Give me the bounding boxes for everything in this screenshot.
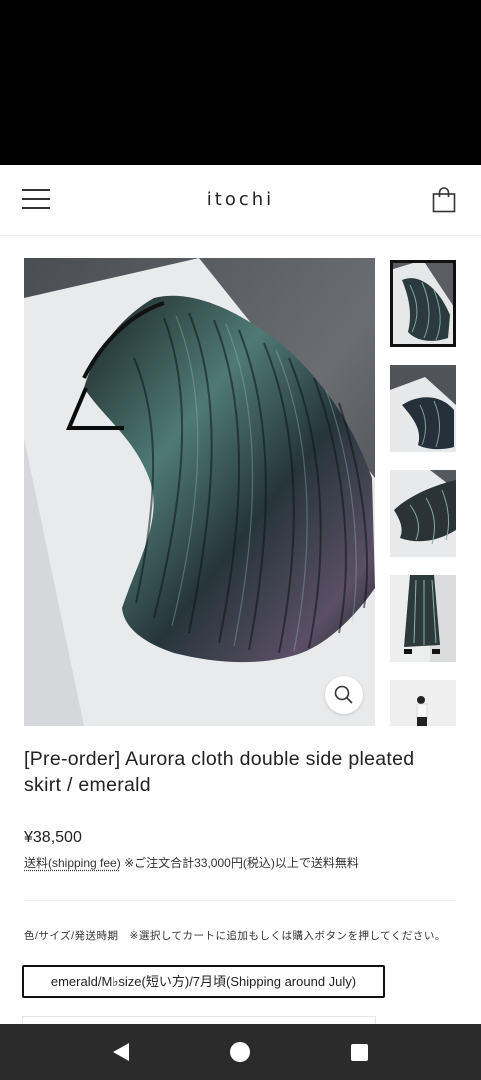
thumbnail-5[interactable]	[390, 680, 456, 726]
site-logo[interactable]: itochi	[0, 189, 481, 210]
variant-select[interactable]: emerald/M♭size(短い方)/7月頃(Shipping around …	[22, 965, 385, 998]
thumbnail-3[interactable]	[390, 470, 456, 557]
option-label: 色/サイズ/発送時期 ※選択してカートに追加もしくは購入ボタンを押してください。	[24, 930, 446, 942]
shipping-fee-link[interactable]: 送料(shipping fee)	[24, 856, 121, 870]
back-triangle-icon[interactable]	[110, 1042, 132, 1067]
site-header: itochi	[0, 165, 481, 236]
thumbnail-2[interactable]	[390, 365, 456, 452]
product-main-image[interactable]	[24, 258, 375, 726]
thumbnail-1[interactable]	[390, 260, 456, 347]
shipping-info: 送料(shipping fee) ※ご注文合計33,000円(税込)以上で送料無…	[24, 854, 359, 871]
home-circle-icon[interactable]	[229, 1041, 251, 1068]
thumbnail-4[interactable]	[390, 575, 456, 662]
zoom-button[interactable]	[325, 676, 363, 714]
android-nav-bar	[0, 1024, 481, 1080]
shopping-bag-icon[interactable]	[432, 187, 456, 213]
magnifier-icon	[334, 685, 353, 704]
product-title: [Pre-order] Aurora cloth double side ple…	[24, 748, 415, 796]
product-price: ¥38,500	[24, 829, 82, 846]
recents-square-icon[interactable]	[350, 1043, 370, 1068]
shipping-note: ※ご注文合計33,000円(税込)以上で送料無料	[124, 856, 359, 870]
status-bar	[0, 0, 481, 165]
divider	[24, 900, 456, 901]
